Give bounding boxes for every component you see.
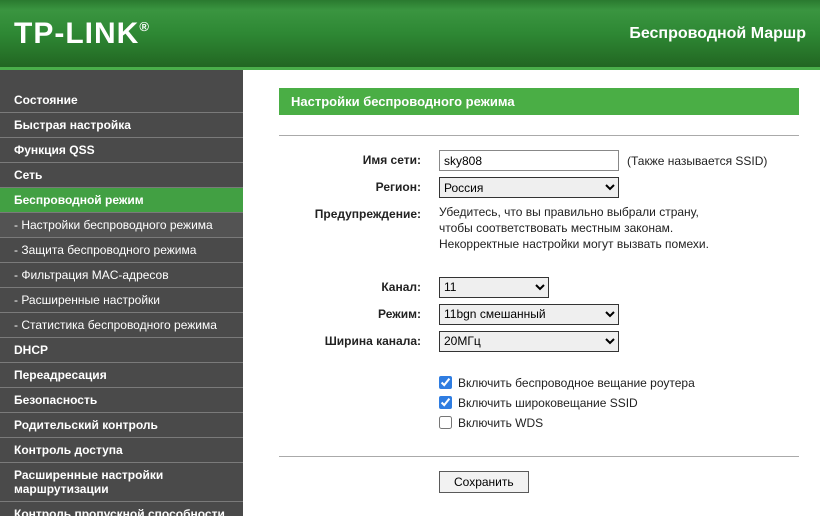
panel-title: Настройки беспроводного режима	[279, 88, 799, 115]
sidebar-item-3[interactable]: Сеть	[0, 163, 243, 188]
sidebar-item-10[interactable]: DHCP	[0, 338, 243, 363]
logo: TP-LINK®	[14, 17, 150, 51]
sidebar-item-8[interactable]: - Расширенные настройки	[0, 288, 243, 313]
sidebar-item-9[interactable]: - Статистика беспроводного режима	[0, 313, 243, 338]
sidebar-item-15[interactable]: Расширенные настройки маршрутизации	[0, 463, 243, 502]
sidebar-item-11[interactable]: Переадресация	[0, 363, 243, 388]
mode-label: Режим:	[279, 304, 439, 321]
sidebar-item-0[interactable]: Состояние	[0, 88, 243, 113]
sidebar-item-2[interactable]: Функция QSS	[0, 138, 243, 163]
warning-text: Убедитесь, что вы правильно выбрали стра…	[439, 204, 709, 253]
content-area: Настройки беспроводного режима Имя сети:…	[243, 70, 820, 516]
region-select[interactable]: Россия	[439, 177, 619, 198]
sidebar-item-6[interactable]: - Защита беспроводного режима	[0, 238, 243, 263]
warning-label: Предупреждение:	[279, 204, 439, 221]
sidebar-item-12[interactable]: Безопасность	[0, 388, 243, 413]
divider	[279, 135, 799, 136]
width-select[interactable]: 20МГц	[439, 331, 619, 352]
channel-label: Канал:	[279, 277, 439, 294]
sidebar-item-13[interactable]: Родительский контроль	[0, 413, 243, 438]
ssid-label: Имя сети:	[279, 150, 439, 167]
header-bar: TP-LINK® Беспроводной Маршр	[0, 0, 820, 70]
sidebar-item-16[interactable]: Контроль пропускной способности	[0, 502, 243, 516]
save-button[interactable]: Сохранить	[439, 471, 529, 493]
width-label: Ширина канала:	[279, 331, 439, 348]
logo-reg: ®	[139, 19, 150, 34]
enable-wds-label: Включить WDS	[458, 416, 543, 430]
channel-select[interactable]: 11	[439, 277, 549, 298]
region-label: Регион:	[279, 177, 439, 194]
enable-radio-label: Включить беспроводное вещание роутера	[458, 376, 695, 390]
sidebar-item-14[interactable]: Контроль доступа	[0, 438, 243, 463]
enable-ssid-broadcast-label: Включить широковещание SSID	[458, 396, 638, 410]
enable-radio-checkbox[interactable]	[439, 376, 452, 389]
ssid-input[interactable]	[439, 150, 619, 171]
logo-text: TP-LINK	[14, 17, 139, 50]
sidebar-item-4[interactable]: Беспроводной режим	[0, 188, 243, 213]
sidebar-item-1[interactable]: Быстрая настройка	[0, 113, 243, 138]
sidebar-item-5[interactable]: - Настройки беспроводного режима	[0, 213, 243, 238]
header-title: Беспроводной Маршр	[629, 25, 806, 43]
enable-ssid-broadcast-checkbox[interactable]	[439, 396, 452, 409]
enable-wds-checkbox[interactable]	[439, 416, 452, 429]
sidebar: СостояниеБыстрая настройкаФункция QSSСет…	[0, 70, 243, 516]
sidebar-item-7[interactable]: - Фильтрация MAC-адресов	[0, 263, 243, 288]
mode-select[interactable]: 11bgn смешанный	[439, 304, 619, 325]
divider	[279, 456, 799, 457]
ssid-hint: (Также называется SSID)	[627, 154, 767, 168]
